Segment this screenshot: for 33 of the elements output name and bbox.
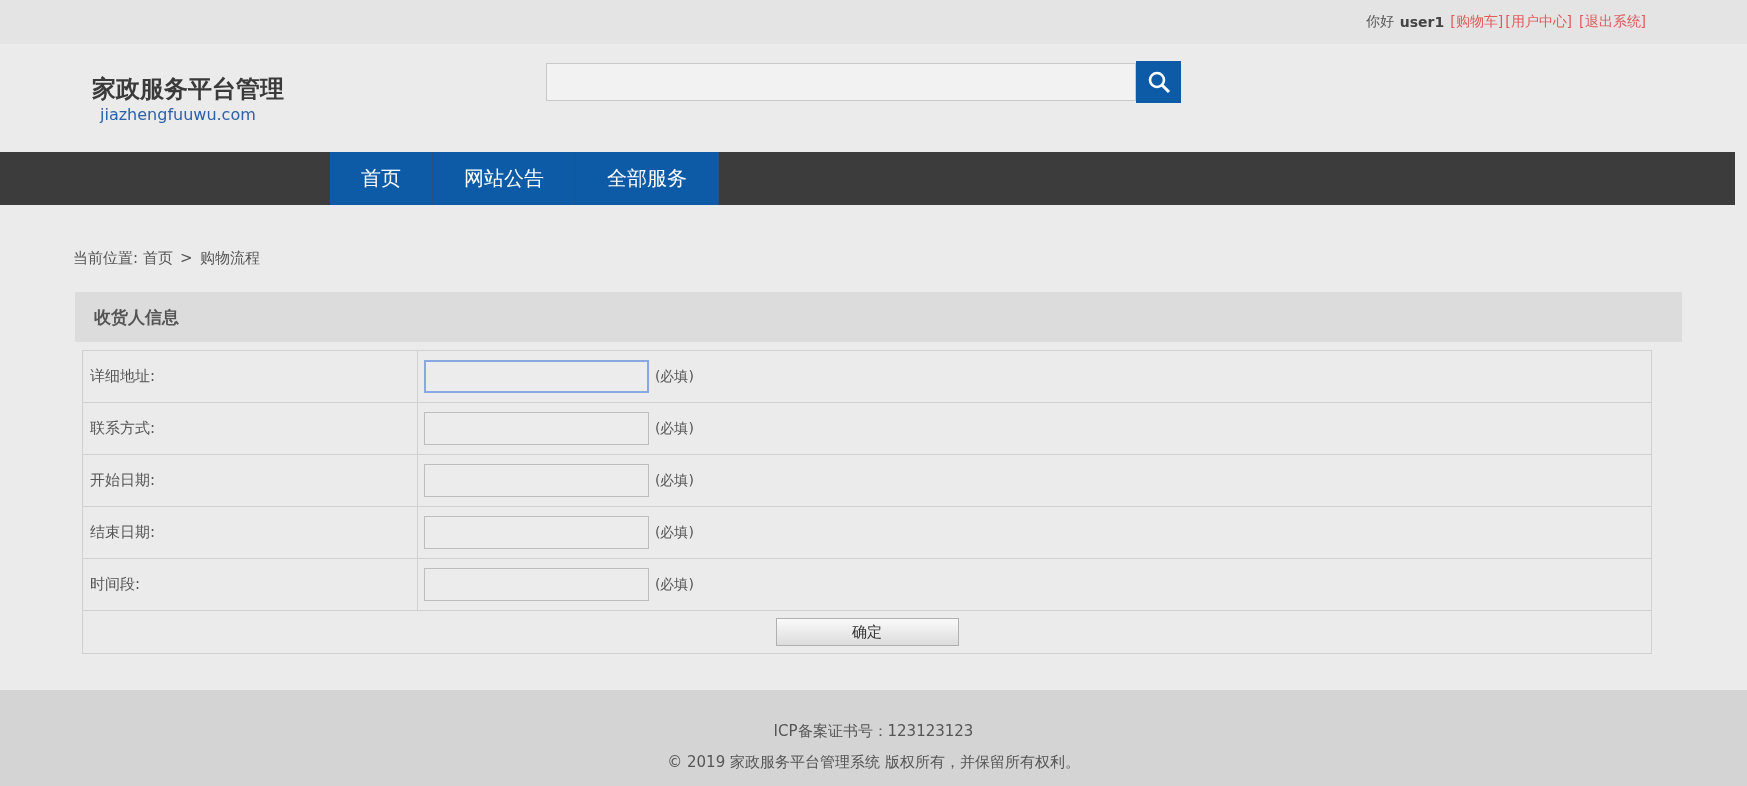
input-field[interactable] [424, 464, 649, 497]
field-label: 详细地址: [82, 350, 418, 403]
breadcrumb-link[interactable]: 购物流程 [199, 249, 260, 268]
nav-tab[interactable]: 全部服务 [576, 152, 719, 205]
footer-text: © 2019 家政服务平台管理系统 版权所有，并保留所有权利。 [667, 753, 1080, 772]
confirm-button[interactable]: 确定 [775, 618, 959, 646]
field-label: 开始日期: [82, 454, 418, 507]
greeting: 你好 [1365, 13, 1394, 31]
field-label: 结束日期: [82, 506, 418, 559]
required-note: (必填) [655, 471, 694, 488]
required-note: (必填) [655, 367, 694, 384]
field-label: 时间段: [82, 558, 418, 611]
input-field[interactable] [424, 360, 649, 393]
logo-title: 家政服务平台管理 [92, 72, 285, 105]
breadcrumb-separator: > [180, 249, 193, 268]
input-field[interactable] [424, 568, 649, 601]
breadcrumb-link[interactable]: 首页 [143, 249, 174, 268]
logo-domain: jiazhengfuuwu.com [100, 104, 257, 124]
input-field[interactable] [424, 516, 649, 549]
username: user1 [1399, 14, 1445, 30]
search-button[interactable] [1136, 61, 1181, 103]
field-label: 联系方式: [82, 402, 418, 455]
section-title: 收货人信息 [94, 305, 179, 329]
search-icon [1146, 70, 1171, 94]
required-note: (必填) [655, 523, 694, 540]
required-note: (必填) [655, 575, 694, 592]
nav-tab[interactable]: 首页 [330, 152, 433, 205]
search-field[interactable] [546, 63, 1136, 101]
nav-tab[interactable]: 网站公告 [433, 152, 576, 205]
footer-text: ICP备案证书号：123123123 [773, 722, 974, 741]
input-field[interactable] [424, 412, 649, 445]
breadcrumb-label: 当前位置: [73, 249, 139, 268]
required-note: (必填) [655, 419, 694, 436]
